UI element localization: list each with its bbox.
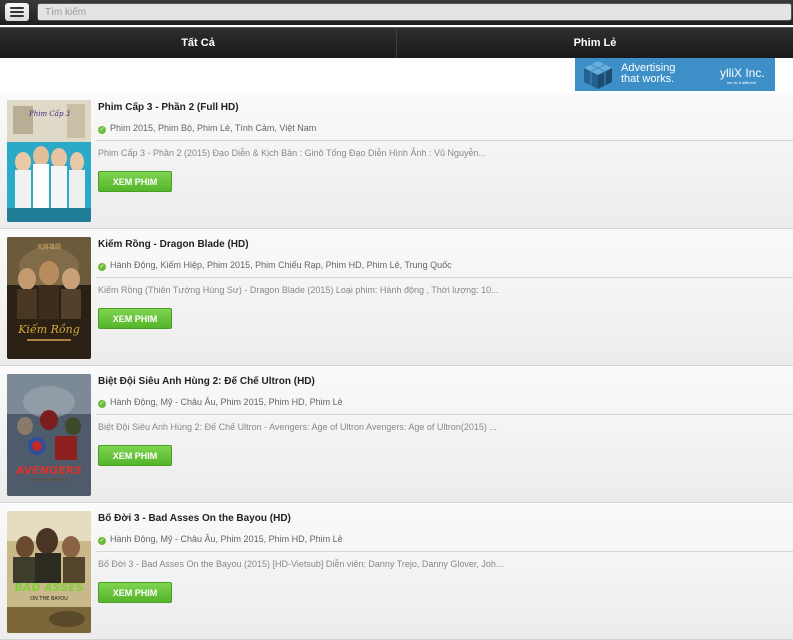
watch-button[interactable]: XEM PHIM (98, 308, 172, 329)
cube-logo-icon (584, 61, 612, 89)
watch-button[interactable]: XEM PHIM (98, 582, 172, 603)
movie-title[interactable]: Phim Cấp 3 - Phần 2 (Full HD) (98, 102, 239, 113)
movie-categories-text: Hành Động, Mỹ - Châu Âu, Phim 2015, Phim… (110, 534, 343, 544)
movie-poster[interactable]: BAD ASSES ON THE BAYOU (7, 511, 91, 633)
movie-poster[interactable]: AVENGERS (7, 374, 91, 496)
movie-categories: ✓ Hành Động, Mỹ - Châu Âu, Phim 2015, Phi… (98, 534, 343, 545)
ad-banner[interactable]: Advertising that works. ylliX Inc. we do… (575, 58, 775, 91)
check-icon: ✓ (98, 126, 106, 134)
movie-categories-text: Hành Động, Mỹ - Châu Âu, Phim 2015, Phim… (110, 397, 343, 407)
ad-tagline: we do it different (727, 80, 757, 85)
ad-line-2: that works. (621, 73, 675, 85)
poster-title: BAD ASSES (14, 581, 83, 594)
movie-item[interactable]: Phim Cấp 3 Phim Cấp 3 - Phần 2 (Full HD)… (0, 93, 793, 229)
divider (96, 551, 793, 552)
svg-text:ON THE BAYOU: ON THE BAYOU (30, 596, 68, 602)
ad-brand: ylliX Inc. (720, 66, 765, 80)
poster-title: AVENGERS (15, 464, 82, 477)
ad-copy: Advertising that works. (621, 63, 675, 85)
ad-row: Advertising that works. ylliX Inc. we do… (0, 58, 793, 94)
divider (96, 277, 793, 278)
movie-categories-text: Phim 2015, Phim Bộ, Phim Lẻ, Tình Cảm, V… (110, 123, 317, 133)
movie-description: Biệt Đội Siêu Anh Hùng 2: Đế Chế Ultron … (98, 422, 497, 432)
check-icon: ✓ (98, 263, 106, 271)
divider (96, 140, 793, 141)
top-bar (0, 0, 793, 25)
svg-text:天將雄師: 天將雄師 (37, 243, 61, 251)
movie-description: Phim Cấp 3 - Phần 2 (2015) Đạo Diễn & Kị… (98, 148, 487, 158)
tab-single-movies[interactable]: Phim Lẻ (396, 28, 793, 58)
movie-item[interactable]: BAD ASSES ON THE BAYOU Bố Đời 3 - Bad As… (0, 504, 793, 640)
tab-all[interactable]: Tất Cả (0, 28, 396, 58)
movie-title[interactable]: Biệt Đội Siêu Anh Hùng 2: Đế Chế Ultron … (98, 376, 315, 387)
movie-item[interactable]: AVENGERS Biệt Đội Siêu Anh Hùng 2: Đế Ch… (0, 367, 793, 503)
poster-title: Phim Cấp 3 (28, 109, 71, 118)
watch-button[interactable]: XEM PHIM (98, 445, 172, 466)
poster-title: Kiếm Rồng (17, 323, 80, 336)
tab-bar: Tất Cả Phim Lẻ (0, 27, 793, 58)
search-input[interactable] (37, 3, 792, 21)
movie-title[interactable]: Kiếm Rồng - Dragon Blade (HD) (98, 239, 249, 250)
movie-description: Kiếm Rồng (Thiên Tướng Hùng Sư) - Dragon… (98, 285, 499, 295)
hamburger-icon-bar (10, 15, 24, 17)
movie-item[interactable]: 天將雄師 Kiếm Rồng Kiếm Rồng - Dragon Blade … (0, 230, 793, 366)
movie-categories: ✓ Phim 2015, Phim Bộ, Phim Lẻ, Tình Cảm, … (98, 123, 316, 134)
movie-categories-text: Hành Động, Kiếm Hiệp, Phim 2015, Phim Ch… (110, 260, 452, 270)
movie-description: Bố Đời 3 - Bad Asses On the Bayou (2015)… (98, 559, 504, 569)
movie-poster[interactable]: Phim Cấp 3 (7, 100, 91, 222)
movie-title[interactable]: Bố Đời 3 - Bad Asses On the Bayou (HD) (98, 513, 291, 524)
check-icon: ✓ (98, 400, 106, 408)
movie-categories: ✓ Hành Động, Kiếm Hiệp, Phim 2015, Phim C… (98, 260, 452, 271)
divider (96, 414, 793, 415)
movie-poster[interactable]: 天將雄師 Kiếm Rồng (7, 237, 91, 359)
check-icon: ✓ (98, 537, 106, 545)
hamburger-icon-bar (10, 11, 24, 13)
menu-button[interactable] (5, 3, 29, 21)
hamburger-icon (10, 7, 24, 9)
watch-button[interactable]: XEM PHIM (98, 171, 172, 192)
movie-categories: ✓ Hành Động, Mỹ - Châu Âu, Phim 2015, Phi… (98, 397, 343, 408)
